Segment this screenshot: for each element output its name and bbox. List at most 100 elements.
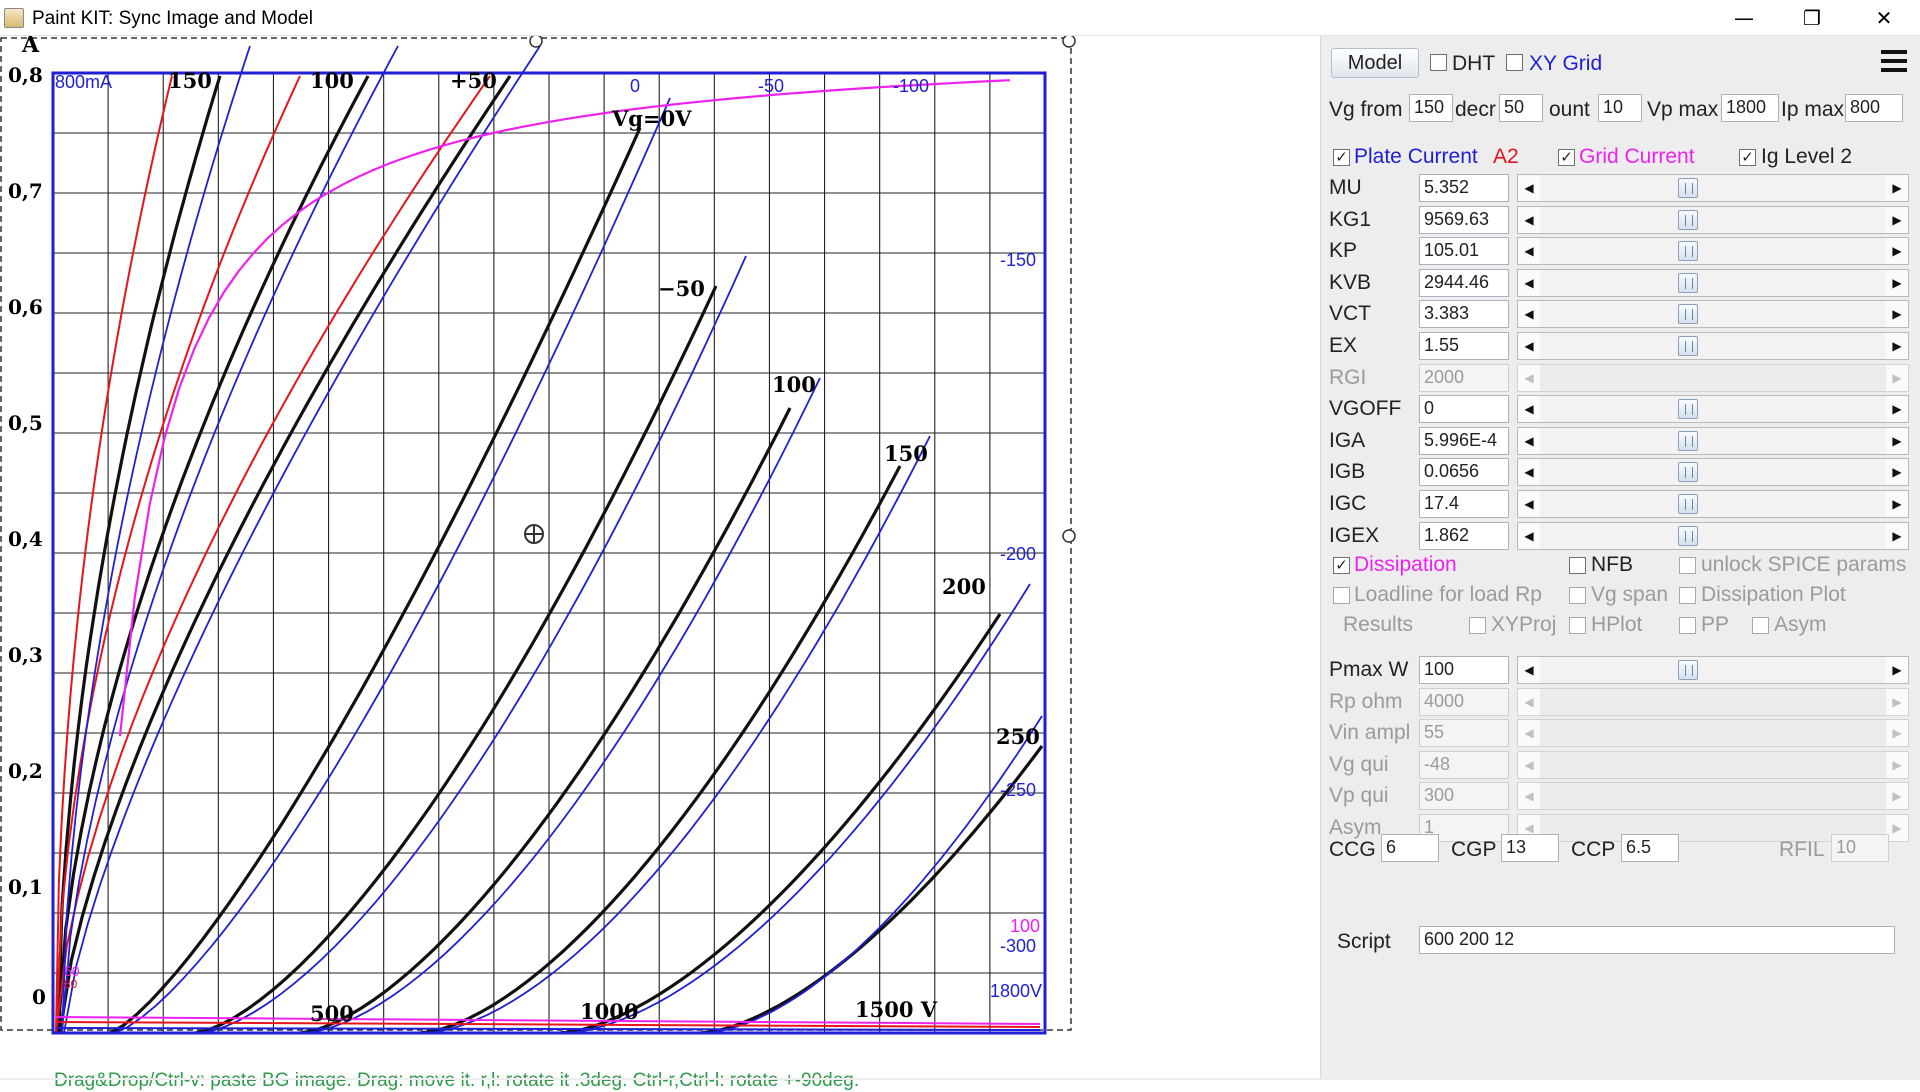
- scroll-right-icon[interactable]: ▶: [1886, 783, 1908, 810]
- slider-thumb[interactable]: [1678, 272, 1698, 293]
- scroll-right-icon[interactable]: ▶: [1886, 815, 1908, 841]
- scroll-right-icon[interactable]: ▶: [1886, 657, 1908, 683]
- dissipation-checkbox[interactable]: ✓: [1333, 557, 1350, 574]
- slider-thumb[interactable]: [1678, 494, 1698, 514]
- param-slider[interactable]: ◀ ▶: [1517, 268, 1909, 297]
- ig-level2-checkbox[interactable]: ✓: [1739, 149, 1756, 166]
- param-input[interactable]: 2944.46: [1419, 268, 1509, 297]
- slider-thumb[interactable]: [1678, 241, 1698, 262]
- scroll-left-icon[interactable]: ◀: [1518, 206, 1540, 233]
- param-slider[interactable]: ◀ ▶: [1517, 687, 1909, 716]
- scroll-right-icon[interactable]: ▶: [1886, 206, 1908, 233]
- scroll-left-icon[interactable]: ◀: [1518, 301, 1540, 328]
- scroll-left-icon[interactable]: ◀: [1518, 333, 1540, 359]
- scroll-left-icon[interactable]: ◀: [1518, 783, 1540, 810]
- scroll-right-icon[interactable]: ▶: [1886, 175, 1908, 201]
- scroll-left-icon[interactable]: ◀: [1518, 720, 1540, 747]
- unlock-spice-checkbox[interactable]: [1679, 557, 1696, 574]
- restore-button[interactable]: ❐: [1784, 0, 1840, 36]
- param-slider[interactable]: ◀ ▶: [1517, 521, 1909, 550]
- param-slider[interactable]: ◀ ▶: [1517, 205, 1909, 234]
- scroll-right-icon[interactable]: ▶: [1886, 720, 1908, 747]
- scroll-right-icon[interactable]: ▶: [1886, 333, 1908, 359]
- param-slider[interactable]: ◀ ▶: [1517, 332, 1909, 360]
- ccg-input[interactable]: 6: [1381, 834, 1439, 862]
- param-input[interactable]: 0: [1419, 395, 1509, 424]
- scroll-left-icon[interactable]: ◀: [1518, 459, 1540, 486]
- slider-thumb[interactable]: [1678, 660, 1698, 680]
- hamburger-icon[interactable]: [1881, 50, 1907, 72]
- scroll-right-icon[interactable]: ▶: [1886, 522, 1908, 549]
- scroll-right-icon[interactable]: ▶: [1886, 396, 1908, 423]
- param-slider[interactable]: ◀ ▶: [1517, 656, 1909, 684]
- script-input[interactable]: 600 200 12: [1419, 926, 1895, 954]
- scroll-right-icon[interactable]: ▶: [1886, 427, 1908, 454]
- slider-thumb[interactable]: [1678, 304, 1698, 325]
- param-input[interactable]: -48: [1419, 750, 1509, 779]
- scroll-left-icon[interactable]: ◀: [1518, 751, 1540, 778]
- xyproj-checkbox[interactable]: [1469, 617, 1486, 634]
- slider-thumb[interactable]: [1678, 525, 1698, 546]
- scroll-right-icon[interactable]: ▶: [1886, 459, 1908, 486]
- slider-thumb[interactable]: [1678, 178, 1698, 198]
- slider-thumb[interactable]: [1678, 462, 1698, 483]
- plot-canvas[interactable]: A 0,8 0,7 0,6 0,5 0,4 0,3 0,2 0,1 0 500 …: [0, 36, 1320, 1080]
- param-slider[interactable]: ◀ ▶: [1517, 363, 1909, 392]
- param-input[interactable]: 55: [1419, 719, 1509, 748]
- scroll-left-icon[interactable]: ◀: [1518, 269, 1540, 296]
- param-input[interactable]: 0.0656: [1419, 458, 1509, 487]
- rotate-handle-right[interactable]: [1062, 529, 1076, 543]
- param-slider[interactable]: ◀ ▶: [1517, 719, 1909, 748]
- param-slider[interactable]: ◀ ▶: [1517, 458, 1909, 487]
- vg-from-input[interactable]: 150: [1409, 94, 1453, 122]
- scroll-left-icon[interactable]: ◀: [1518, 491, 1540, 517]
- slider-thumb[interactable]: [1678, 336, 1698, 356]
- param-slider[interactable]: ◀ ▶: [1517, 782, 1909, 811]
- param-slider[interactable]: ◀ ▶: [1517, 490, 1909, 518]
- close-button[interactable]: ✕: [1856, 0, 1912, 36]
- scroll-left-icon[interactable]: ◀: [1518, 657, 1540, 683]
- scroll-right-icon[interactable]: ▶: [1886, 751, 1908, 778]
- grid-current-checkbox[interactable]: ✓: [1558, 149, 1575, 166]
- vp-max-input[interactable]: 1800: [1721, 94, 1779, 122]
- scroll-right-icon[interactable]: ▶: [1886, 364, 1908, 391]
- param-input[interactable]: 5.996E-4: [1419, 426, 1509, 455]
- slider-thumb[interactable]: [1678, 430, 1698, 451]
- xy-grid-checkbox[interactable]: [1506, 54, 1523, 71]
- rotate-handle-top[interactable]: [529, 36, 543, 48]
- param-slider[interactable]: ◀ ▶: [1517, 426, 1909, 455]
- param-slider[interactable]: ◀ ▶: [1517, 395, 1909, 424]
- param-input[interactable]: 5.352: [1419, 174, 1509, 202]
- param-input[interactable]: 300: [1419, 782, 1509, 811]
- loadline-checkbox[interactable]: [1333, 587, 1350, 604]
- plot-area[interactable]: A 0,8 0,7 0,6 0,5 0,4 0,3 0,2 0,1 0 500 …: [0, 36, 1320, 1091]
- param-input[interactable]: 3.383: [1419, 300, 1509, 329]
- hplot-checkbox[interactable]: [1569, 617, 1586, 634]
- param-input[interactable]: 105.01: [1419, 237, 1509, 266]
- param-input[interactable]: 1.55: [1419, 332, 1509, 360]
- scroll-left-icon[interactable]: ◀: [1518, 522, 1540, 549]
- ccp-input[interactable]: 6.5: [1621, 834, 1679, 862]
- slider-thumb[interactable]: [1678, 209, 1698, 230]
- param-input[interactable]: 1.862: [1419, 521, 1509, 550]
- scroll-right-icon[interactable]: ▶: [1886, 688, 1908, 715]
- pp-checkbox[interactable]: [1679, 617, 1696, 634]
- corner-handle-top-right[interactable]: [1062, 36, 1076, 48]
- vg-span-checkbox[interactable]: [1569, 587, 1586, 604]
- count-input[interactable]: 10: [1598, 94, 1642, 122]
- model-button[interactable]: Model: [1331, 48, 1419, 78]
- slider-thumb[interactable]: [1678, 399, 1698, 420]
- plate-current-checkbox[interactable]: ✓: [1333, 149, 1350, 166]
- dissipation-plot-checkbox[interactable]: [1679, 587, 1696, 604]
- dht-checkbox[interactable]: [1430, 54, 1447, 71]
- param-slider[interactable]: ◀ ▶: [1517, 750, 1909, 779]
- scroll-right-icon[interactable]: ▶: [1886, 238, 1908, 265]
- minimize-button[interactable]: —: [1716, 0, 1772, 36]
- scroll-left-icon[interactable]: ◀: [1518, 396, 1540, 423]
- asym-checkbox[interactable]: [1752, 617, 1769, 634]
- rfil-input[interactable]: 10: [1831, 834, 1889, 862]
- param-slider[interactable]: ◀ ▶: [1517, 174, 1909, 202]
- ip-max-input[interactable]: 800: [1845, 94, 1903, 122]
- scroll-right-icon[interactable]: ▶: [1886, 491, 1908, 517]
- decr-input[interactable]: 50: [1499, 94, 1543, 122]
